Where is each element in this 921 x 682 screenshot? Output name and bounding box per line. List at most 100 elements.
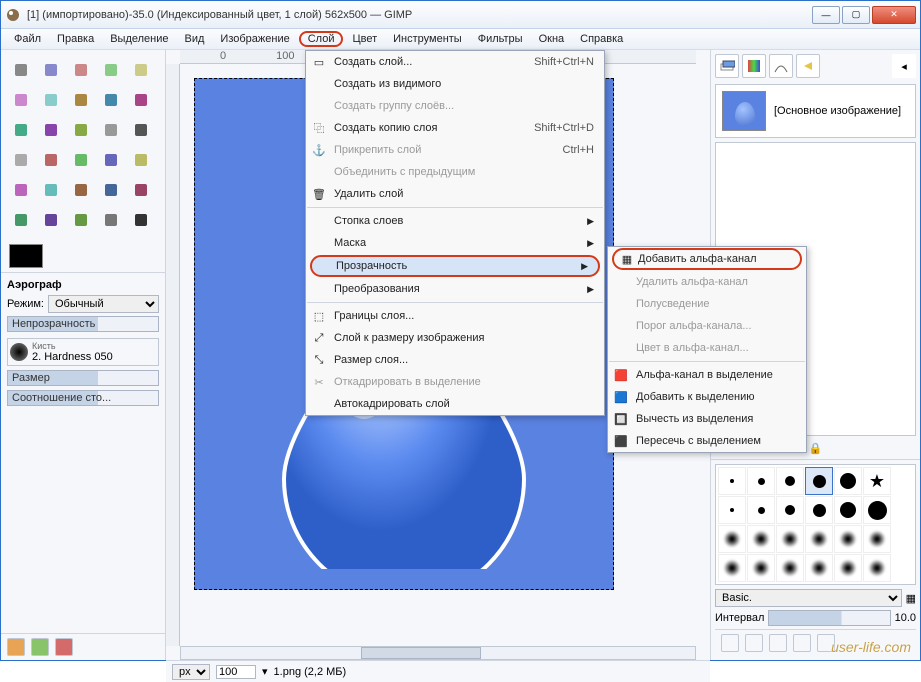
channels-tab-icon[interactable] — [742, 54, 766, 78]
brush-swatch[interactable] — [747, 496, 775, 524]
brush-swatch[interactable] — [776, 467, 804, 495]
menu-окна[interactable]: Окна — [532, 31, 572, 47]
tool-13[interactable] — [97, 116, 125, 144]
tool-14[interactable] — [127, 116, 155, 144]
menu-файл[interactable]: Файл — [7, 31, 48, 47]
unit-select[interactable]: px — [172, 664, 210, 680]
tool-19[interactable] — [127, 146, 155, 174]
brush-del-icon[interactable] — [793, 634, 811, 652]
menu-слой[interactable]: Слой — [299, 31, 344, 47]
paths-tab-icon[interactable] — [769, 54, 793, 78]
menu-item[interactable]: 🔲Вычесть из выделения — [608, 408, 806, 430]
brush-swatch[interactable] — [863, 525, 891, 553]
brush-grid-icons[interactable]: ▦ — [906, 592, 916, 605]
brush-new-icon[interactable] — [745, 634, 763, 652]
brush-swatch[interactable] — [718, 554, 746, 582]
brush-swatch[interactable] — [805, 496, 833, 524]
tool-3[interactable] — [97, 56, 125, 84]
menu-item[interactable]: Создать из видимого — [306, 73, 604, 95]
menu-item[interactable]: Маска▶ — [306, 232, 604, 254]
tool-0[interactable] — [7, 56, 35, 84]
tool-5[interactable] — [7, 86, 35, 114]
tool-6[interactable] — [37, 86, 65, 114]
menu-item[interactable]: Прозрачность▶ — [310, 255, 600, 277]
brush-preset-select[interactable]: Basic. — [715, 589, 902, 607]
brush-swatch[interactable] — [776, 525, 804, 553]
brush-swatch[interactable] — [805, 554, 833, 582]
brush-swatch[interactable] — [718, 525, 746, 553]
tool-26[interactable] — [37, 206, 65, 234]
tool-29[interactable] — [127, 206, 155, 234]
menu-item[interactable]: ▦Добавить альфа-канал — [612, 248, 802, 270]
tool-28[interactable] — [97, 206, 125, 234]
brush-swatch[interactable] — [776, 554, 804, 582]
menu-item[interactable]: ⬚Границы слоя... — [306, 305, 604, 327]
tool-2[interactable] — [67, 56, 95, 84]
menu-item[interactable]: ⿻Создать копию слояShift+Ctrl+D — [306, 117, 604, 139]
interval-slider[interactable] — [768, 610, 890, 626]
opacity-slider[interactable]: Непрозрачность — [7, 316, 159, 332]
menu-item[interactable]: 🗑Удалить слой — [306, 183, 604, 205]
zoom-dropdown-icon[interactable]: ▾ — [262, 665, 268, 678]
brush-swatch[interactable] — [747, 554, 775, 582]
brush-swatch[interactable] — [834, 554, 862, 582]
menu-item[interactable]: ⬛Пересечь с выделением — [608, 430, 806, 452]
tool-16[interactable] — [37, 146, 65, 174]
tool-20[interactable] — [7, 176, 35, 204]
tool-23[interactable] — [97, 176, 125, 204]
menu-icon[interactable]: ◂ — [892, 54, 916, 78]
menu-инструменты[interactable]: Инструменты — [386, 31, 469, 47]
menu-справка[interactable]: Справка — [573, 31, 630, 47]
menu-выделение[interactable]: Выделение — [103, 31, 175, 47]
brush-dup-icon[interactable] — [769, 634, 787, 652]
tool-7[interactable] — [67, 86, 95, 114]
aspect-slider[interactable]: Соотношение сто... — [7, 390, 159, 406]
brush-swatch[interactable] — [718, 467, 746, 495]
tool-25[interactable] — [7, 206, 35, 234]
brush-swatch[interactable] — [834, 525, 862, 553]
brush-swatch[interactable] — [718, 496, 746, 524]
menu-item[interactable]: ⤡Размер слоя... — [306, 349, 604, 371]
tool-12[interactable] — [67, 116, 95, 144]
scrollbar-horizontal[interactable] — [180, 646, 696, 660]
tool-21[interactable] — [37, 176, 65, 204]
layers-tab-icon[interactable] — [715, 54, 739, 78]
brush-swatch[interactable] — [747, 525, 775, 553]
layer-preview[interactable]: [Основное изображение] — [715, 84, 916, 138]
tool-27[interactable] — [67, 206, 95, 234]
brush-edit-icon[interactable] — [721, 634, 739, 652]
menu-изображение[interactable]: Изображение — [213, 31, 296, 47]
minimize-button[interactable]: — — [812, 6, 840, 24]
brush-swatch[interactable] — [863, 554, 891, 582]
tool-17[interactable] — [67, 146, 95, 174]
menu-item[interactable]: ⤢Слой к размеру изображения — [306, 327, 604, 349]
brush-swatch[interactable]: ★ — [863, 467, 891, 495]
brush-swatch[interactable] — [805, 467, 833, 495]
menu-item[interactable]: ▭Создать слой...Shift+Ctrl+N — [306, 51, 604, 73]
menu-фильтры[interactable]: Фильтры — [471, 31, 530, 47]
tool-15[interactable] — [7, 146, 35, 174]
mode-select[interactable]: Обычный — [48, 295, 159, 313]
toolbox-save-icon[interactable] — [7, 638, 25, 656]
tool-8[interactable] — [97, 86, 125, 114]
brush-swatch[interactable] — [834, 467, 862, 495]
color-swatch[interactable] — [1, 240, 165, 272]
tool-1[interactable] — [37, 56, 65, 84]
size-slider[interactable]: Размер — [7, 370, 159, 386]
tool-4[interactable] — [127, 56, 155, 84]
tool-9[interactable] — [127, 86, 155, 114]
tool-22[interactable] — [67, 176, 95, 204]
tool-24[interactable] — [127, 176, 155, 204]
menu-цвет[interactable]: Цвет — [345, 31, 384, 47]
menu-item[interactable]: Преобразования▶ — [306, 278, 604, 300]
tool-18[interactable] — [97, 146, 125, 174]
brush-swatch[interactable] — [747, 467, 775, 495]
toolbox-revert-icon[interactable] — [31, 638, 49, 656]
menu-item[interactable]: 🟥Альфа-канал в выделение — [608, 364, 806, 386]
toolbox-delete-icon[interactable] — [55, 638, 73, 656]
brush-swatch[interactable] — [776, 496, 804, 524]
tool-10[interactable] — [7, 116, 35, 144]
menu-вид[interactable]: Вид — [178, 31, 212, 47]
maximize-button[interactable]: ▢ — [842, 6, 870, 24]
menu-правка[interactable]: Правка — [50, 31, 101, 47]
